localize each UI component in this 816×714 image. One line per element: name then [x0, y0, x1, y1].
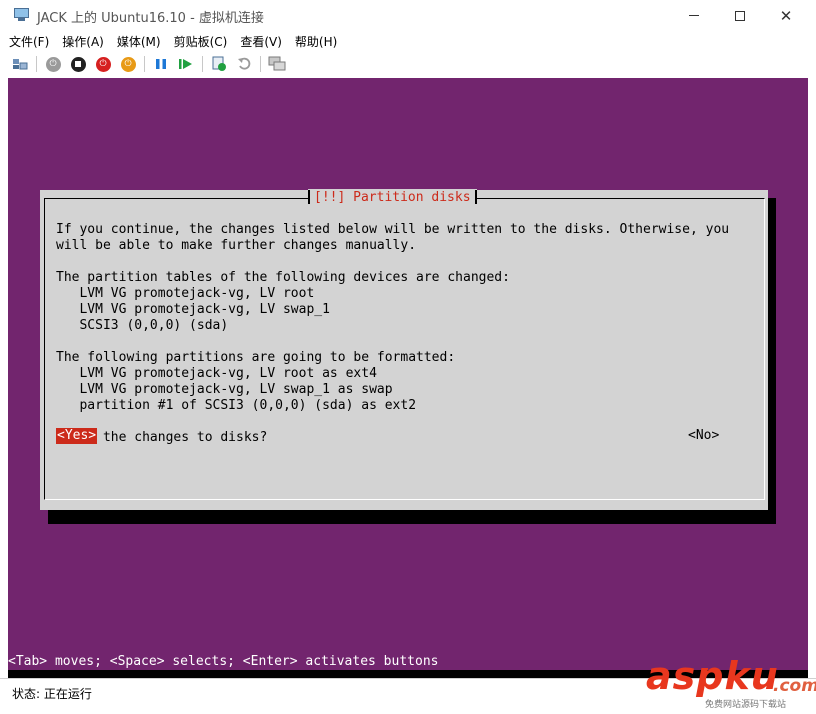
- watermark-brand: aspku: [646, 654, 779, 698]
- pause-icon[interactable]: [152, 55, 170, 73]
- partition-disks-dialog: [!!] Partition disks If you continue, th…: [40, 189, 768, 510]
- menu-clipboard[interactable]: 剪贴板(C): [174, 33, 228, 50]
- toolbar: ⏻ ⏻ ⏻: [0, 52, 816, 76]
- revert-icon[interactable]: [235, 55, 253, 73]
- maximize-button[interactable]: [717, 0, 763, 31]
- vm-connection-icon: [13, 8, 30, 22]
- window-title: JACK 上的 Ubuntu16.10 - 虚拟机连接: [37, 11, 264, 26]
- watermark-subtitle: 免费网站源码下载站: [705, 700, 787, 710]
- close-icon: ✕: [779, 6, 793, 25]
- watermark-tld: .com: [773, 676, 816, 696]
- toolbar-separator: [144, 56, 145, 72]
- menu-bar: 文件(F) 操作(A) 媒体(M) 剪贴板(C) 查看(V) 帮助(H): [0, 31, 816, 51]
- no-button[interactable]: <No>: [688, 428, 719, 444]
- save-icon[interactable]: ⏻: [119, 55, 137, 73]
- minimize-icon: [689, 15, 699, 16]
- dialog-text-line: will be able to make further changes man…: [56, 238, 417, 253]
- checkpoint-icon[interactable]: [210, 55, 228, 73]
- maximize-icon: [735, 10, 745, 21]
- console-help-hint: <Tab> moves; <Space> selects; <Enter> ac…: [8, 654, 439, 669]
- ctrl-alt-del-icon[interactable]: [11, 55, 29, 73]
- close-button[interactable]: ✕: [763, 0, 809, 31]
- menu-help[interactable]: 帮助(H): [295, 33, 337, 50]
- menu-file[interactable]: 文件(F): [9, 33, 49, 50]
- window-titlebar: JACK 上的 Ubuntu16.10 - 虚拟机连接 ✕: [0, 0, 816, 31]
- dialog-text-line: partition #1 of SCSI3 (0,0,0) (sda) as e…: [56, 398, 417, 413]
- dialog-text-line: LVM VG promotejack-vg, LV swap_1 as swap: [56, 382, 393, 397]
- turn-off-icon[interactable]: [69, 55, 87, 73]
- shutdown-icon[interactable]: ⏻: [94, 55, 112, 73]
- menu-media[interactable]: 媒体(M): [117, 33, 161, 50]
- toolbar-separator: [202, 56, 203, 72]
- dialog-text-line: LVM VG promotejack-vg, LV root: [56, 286, 315, 301]
- dialog-text-line: The following partitions are going to be…: [56, 350, 456, 365]
- toolbar-separator: [36, 56, 37, 72]
- minimize-button[interactable]: [671, 0, 717, 31]
- status-text: 状态: 正在运行: [12, 687, 92, 701]
- menu-action[interactable]: 操作(A): [62, 33, 104, 50]
- dialog-text-line: The partition tables of the following de…: [56, 270, 510, 285]
- dialog-title-box: [!!] Partition disks: [308, 189, 477, 207]
- vm-console[interactable]: [!!] Partition disks If you continue, th…: [8, 78, 808, 678]
- yes-button[interactable]: <Yes>: [56, 428, 98, 444]
- menu-view[interactable]: 查看(V): [240, 33, 282, 50]
- enhanced-session-icon[interactable]: [268, 55, 286, 73]
- dialog-text-line: SCSI3 (0,0,0) (sda): [56, 318, 229, 333]
- dialog-text-line: LVM VG promotejack-vg, LV root as ext4: [56, 366, 377, 381]
- dialog-title: [!!] Partition disks: [314, 190, 471, 205]
- start-icon[interactable]: ⏻: [44, 55, 62, 73]
- toolbar-separator: [260, 56, 261, 72]
- reset-icon[interactable]: [177, 55, 195, 73]
- dialog-text-line: LVM VG promotejack-vg, LV swap_1: [56, 302, 330, 317]
- dialog-text-line: If you continue, the changes listed belo…: [56, 222, 730, 237]
